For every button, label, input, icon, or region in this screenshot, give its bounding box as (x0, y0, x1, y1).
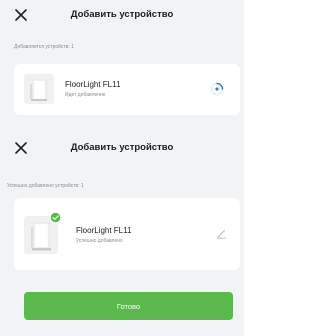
edit-icon[interactable] (216, 228, 227, 239)
adding-header: Добавить устройство (0, 4, 244, 28)
floor-lamp-image (30, 79, 47, 101)
done-status-text: Успешно добавлено устройств: 1 (7, 183, 84, 189)
loading-spinner-icon (210, 82, 224, 96)
device-name: FloorLight FL11 (65, 80, 121, 89)
device-card-adding: FloorLight FL11 Идет добавление (14, 64, 240, 115)
check-badge-icon (50, 212, 61, 223)
done-header: Добавить устройство (0, 137, 244, 161)
device-thumbnail (24, 74, 54, 104)
device-state: Идет добавление (65, 92, 106, 98)
device-state: Успешно добавлено (76, 238, 123, 244)
device-card-done: FloorLight FL11 Успешно добавлено (14, 198, 240, 270)
device-name: FloorLight FL11 (76, 226, 132, 235)
page-title: Добавить устройство (70, 142, 174, 153)
adding-screen: Добавить устройство Добавляется устройст… (0, 0, 244, 130)
page-title: Добавить устройство (70, 9, 174, 20)
adding-status-text: Добавляется устройств: 1 (14, 44, 74, 50)
done-button[interactable]: Готово (24, 292, 233, 320)
